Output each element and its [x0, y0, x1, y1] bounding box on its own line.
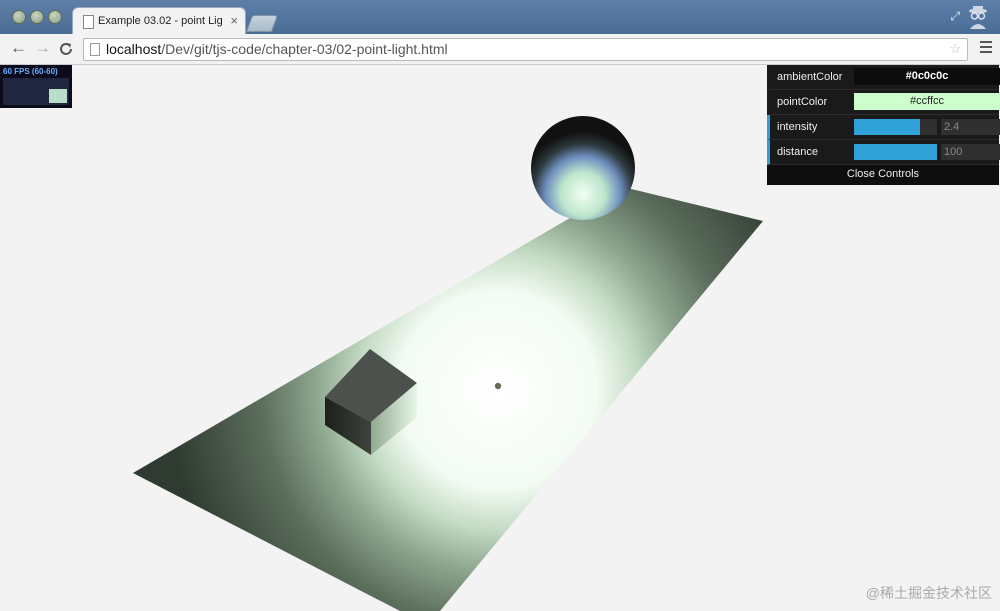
watermark: @稀土掘金技术社区: [865, 585, 992, 601]
distance-label: distance: [777, 146, 818, 158]
sphere-object: [531, 116, 635, 220]
intensity-input[interactable]: 2.4: [941, 119, 1000, 135]
point-light-marker: [494, 382, 502, 390]
page-icon: [90, 43, 100, 56]
fps-graph-bar: [49, 89, 67, 103]
distance-input[interactable]: 100: [941, 144, 1000, 160]
page-icon: [83, 15, 94, 29]
window-titlebar: Example 03.02 - point Lig × ⤢: [0, 0, 1000, 35]
distance-slider[interactable]: [854, 144, 937, 160]
intensity-label: intensity: [777, 121, 818, 133]
ambient-color-label: ambientColor: [777, 71, 843, 83]
address-bar[interactable]: localhost/Dev/git/tjs-code/chapter-03/02…: [83, 38, 968, 61]
distance-slider-fill: [854, 144, 937, 160]
close-window-button[interactable]: [12, 10, 26, 24]
menu-icon[interactable]: [980, 41, 992, 56]
intensity-slider[interactable]: [854, 119, 937, 135]
intensity-row: intensity 2.4: [767, 115, 1000, 140]
fullscreen-icon[interactable]: ⤢: [950, 9, 960, 24]
point-color-picker[interactable]: #ccffcc: [854, 93, 1000, 110]
intensity-slider-fill: [854, 119, 921, 135]
fps-stats-panel[interactable]: 60 FPS (60-60): [0, 65, 72, 108]
tab-close-icon[interactable]: ×: [230, 13, 238, 28]
url-host: localhost: [106, 41, 162, 57]
browser-toolbar: ← → localhost/Dev/git/tjs-code/chapter-0…: [0, 34, 1000, 65]
tab-title: Example 03.02 - point Lig: [98, 15, 223, 27]
new-tab-button[interactable]: [245, 15, 279, 32]
ambient-color-picker[interactable]: #0c0c0c: [854, 68, 1000, 85]
browser-tab[interactable]: Example 03.02 - point Lig ×: [72, 7, 246, 35]
controls-panel: ambientColor #0c0c0c pointColor #ccffcc …: [767, 65, 1000, 185]
fps-counter: 60 FPS (60-60): [3, 67, 58, 76]
reload-icon[interactable]: [58, 41, 74, 57]
url-path: /Dev/git/tjs-code/chapter-03/02-point-li…: [161, 41, 448, 57]
url-text[interactable]: localhost/Dev/git/tjs-code/chapter-03/02…: [106, 41, 448, 57]
zoom-window-button[interactable]: [48, 10, 62, 24]
point-color-label: pointColor: [777, 96, 828, 108]
minimize-window-button[interactable]: [30, 10, 44, 24]
incognito-icon: [969, 6, 987, 29]
point-color-row: pointColor #ccffcc: [767, 90, 1000, 115]
fps-graph: [3, 78, 69, 105]
distance-row: distance 100: [767, 140, 1000, 165]
ground-plane: [133, 187, 763, 611]
back-button[interactable]: ←: [10, 39, 27, 57]
bookmark-star-icon[interactable]: ☆: [949, 41, 961, 57]
close-controls-button[interactable]: Close Controls: [767, 165, 999, 185]
ambient-color-row: ambientColor #0c0c0c: [767, 65, 1000, 90]
forward-button[interactable]: →: [34, 39, 51, 57]
